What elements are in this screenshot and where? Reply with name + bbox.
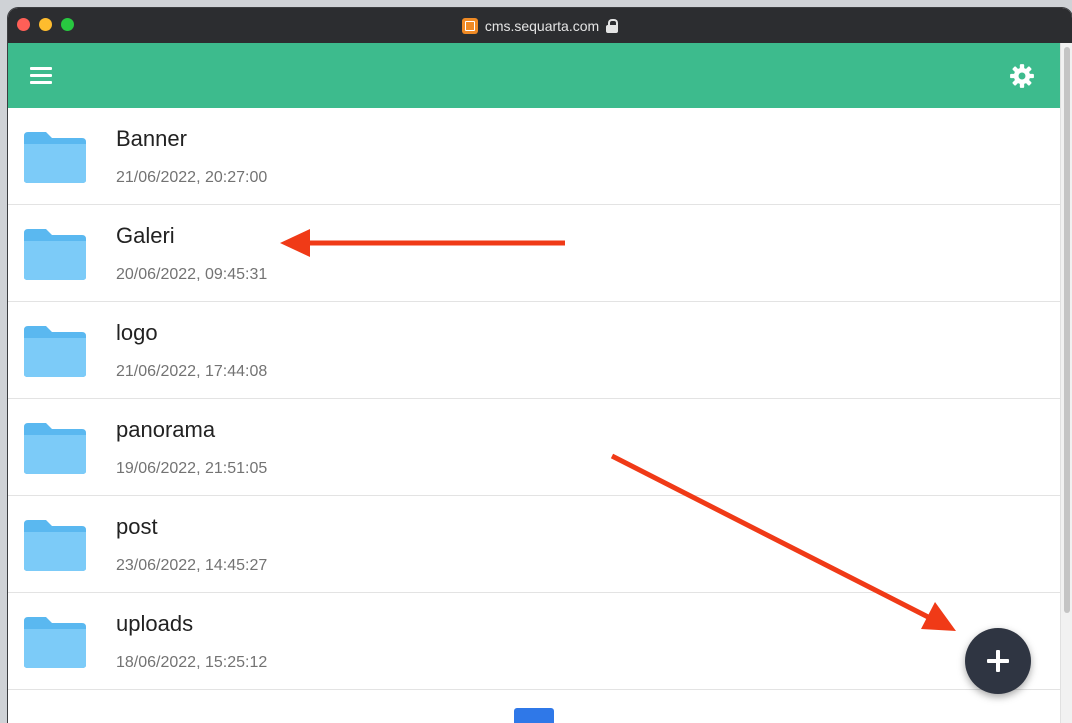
- folder-row-banner[interactable]: Banner 21/06/2022, 20:27:00: [8, 108, 1060, 205]
- scrollbar-thumb[interactable]: [1064, 47, 1070, 613]
- folder-name: logo: [116, 320, 158, 345]
- folder-row-galeri[interactable]: Galeri 20/06/2022, 09:45:31: [8, 205, 1060, 302]
- bottom-tab-indicator[interactable]: [514, 708, 554, 723]
- folder-date: 21/06/2022, 20:27:00: [116, 169, 268, 186]
- folder-name: Banner: [116, 126, 187, 151]
- folder-row-uploads[interactable]: uploads 18/06/2022, 15:25:12: [8, 593, 1060, 690]
- folder-icon: [24, 326, 86, 377]
- folder-name: uploads: [116, 611, 194, 636]
- folder-date: 21/06/2022, 17:44:08: [116, 363, 268, 380]
- folder-row-post[interactable]: post 23/06/2022, 14:45:27: [8, 496, 1060, 593]
- hamburger-menu-icon[interactable]: [30, 65, 52, 85]
- folder-row-logo[interactable]: logo 21/06/2022, 17:44:08: [8, 302, 1060, 399]
- folder-name: post: [116, 514, 158, 539]
- folder-date: 19/06/2022, 21:51:05: [116, 460, 268, 477]
- browser-window: cms.sequarta.com Banner 21/06/2022, 20:2…: [8, 8, 1072, 723]
- folder-icon: [24, 520, 86, 571]
- folder-name: panorama: [116, 417, 216, 442]
- folder-row-panorama[interactable]: panorama 19/06/2022, 21:51:05: [8, 399, 1060, 496]
- vertical-scrollbar[interactable]: [1060, 43, 1072, 723]
- folder-name: Galeri: [116, 223, 175, 248]
- folder-icon: [24, 132, 86, 183]
- folder-icon: [24, 423, 86, 474]
- browser-titlebar: cms.sequarta.com: [8, 8, 1072, 43]
- lock-icon: [606, 18, 619, 33]
- gear-icon[interactable]: [1009, 63, 1035, 89]
- add-folder-button[interactable]: [965, 628, 1031, 694]
- folder-date: 23/06/2022, 14:45:27: [116, 557, 268, 574]
- folder-list: Banner 21/06/2022, 20:27:00 Galeri 20/06…: [8, 108, 1060, 690]
- folder-date: 20/06/2022, 09:45:31: [116, 266, 268, 283]
- site-favicon-icon: [461, 17, 478, 34]
- folder-icon: [24, 229, 86, 280]
- app-header: [8, 43, 1060, 108]
- folder-icon: [24, 617, 86, 668]
- folder-date: 18/06/2022, 15:25:12: [116, 654, 268, 671]
- address-bar[interactable]: cms.sequarta.com: [8, 8, 1072, 43]
- address-url: cms.sequarta.com: [484, 17, 600, 34]
